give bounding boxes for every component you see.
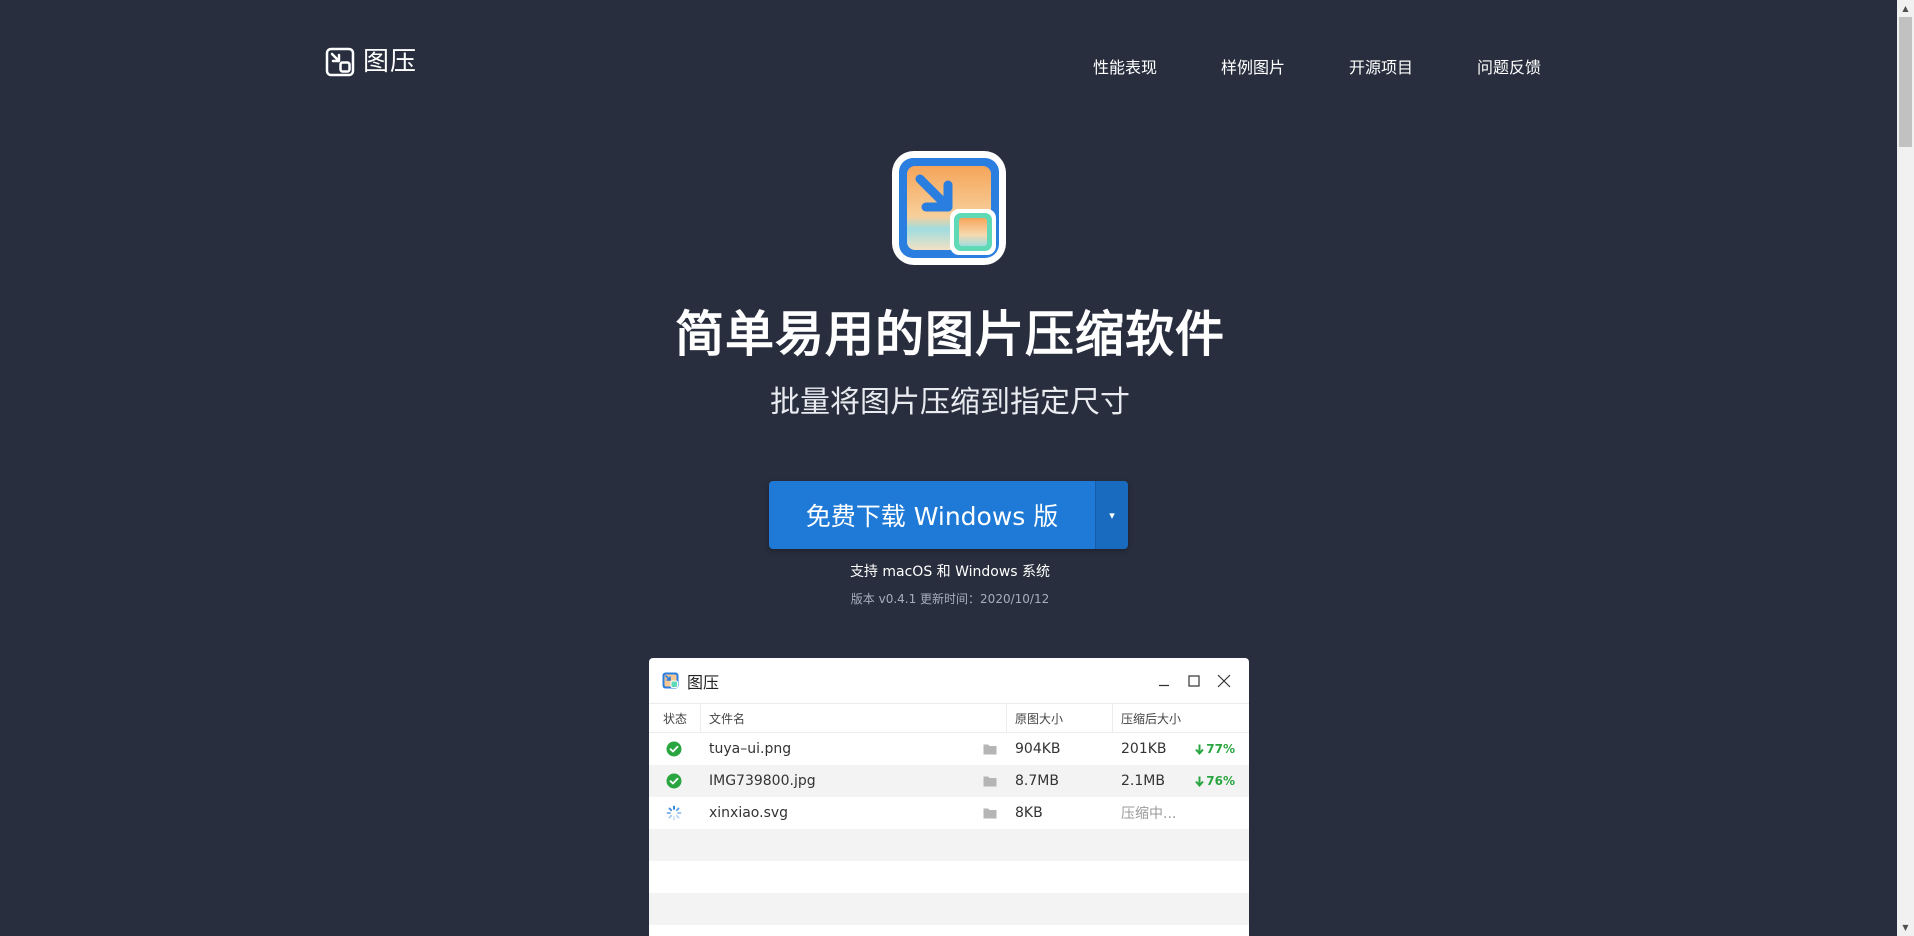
row-original-size: 8KB: [1015, 805, 1043, 821]
scrollbar-thumb[interactable]: [1899, 17, 1912, 147]
file-name: xinxiao.svg: [709, 805, 789, 821]
file-name: tuya–ui.png: [709, 741, 792, 757]
row-compressing-status: 压缩中...: [1121, 806, 1177, 822]
file-name: IMG739800.jpg: [709, 773, 816, 789]
hero-title: 简单易用的图片压缩软件: [674, 306, 1225, 363]
folder-icon[interactable]: [983, 775, 997, 787]
row-compressed-cell: 2.1MB 76%: [1113, 765, 1249, 797]
check-circle-icon: [666, 773, 682, 789]
compression-ratio: 76%: [1195, 774, 1235, 788]
nav-feedback[interactable]: 问题反馈: [1477, 56, 1541, 80]
table-row[interactable]: tuya–ui.png 904KB 201KB 77%: [649, 733, 1249, 765]
platform-support-text: 支持 macOS 和 Windows 系统: [849, 564, 1051, 580]
page-scrollbar[interactable]: ▲ ▼: [1897, 0, 1914, 936]
nav-open-source[interactable]: 开源项目: [1349, 56, 1413, 80]
table-row[interactable]: IMG739800.jpg 8.7MB 2.1MB 76%: [649, 765, 1249, 797]
download-button-group: 免费下载 Windows 版 ▾: [769, 481, 1128, 549]
site-logo[interactable]: 图压: [325, 47, 417, 77]
app-icon: [892, 151, 1006, 265]
close-button[interactable]: [1209, 666, 1239, 696]
empty-row: [649, 893, 1249, 925]
minimize-icon: [1159, 684, 1169, 686]
loading-spinner-icon: [666, 805, 682, 821]
ratio-value: 77%: [1206, 742, 1235, 756]
window-title: 图压: [687, 672, 720, 692]
download-windows-button[interactable]: 免费下载 Windows 版: [769, 481, 1095, 549]
file-table-header: 状态 文件名 原图大小 压缩后大小: [649, 704, 1249, 733]
hero-subtitle: 批量将图片压缩到指定尺寸: [770, 385, 1130, 420]
row-filename-cell: IMG739800.jpg: [701, 765, 1007, 797]
row-compressed-size: 2.1MB: [1121, 773, 1165, 789]
row-compressed-cell: 压缩中...: [1113, 797, 1249, 829]
row-filename-cell: xinxiao.svg: [701, 797, 1007, 829]
window-controls: [1149, 658, 1239, 703]
scroll-down-arrow-icon[interactable]: ▼: [1897, 919, 1914, 936]
maximize-icon: [1188, 674, 1200, 687]
row-original-size: 8.7MB: [1015, 773, 1059, 789]
arrow-down-icon: [1195, 744, 1205, 755]
folder-icon[interactable]: [983, 807, 997, 819]
empty-row: [649, 925, 1249, 936]
app-small-icon: [662, 672, 679, 689]
folder-icon[interactable]: [983, 743, 997, 755]
column-header-original-size[interactable]: 原图大小: [1007, 704, 1113, 732]
nav-samples[interactable]: 样例图片: [1221, 56, 1285, 80]
arrow-down-icon: [1195, 776, 1205, 787]
row-original-size: 904KB: [1015, 741, 1061, 757]
app-window-preview: 图压 状态 文件名 原图大小 压缩后大小 tuya–ui.png 904KB 2…: [649, 658, 1249, 936]
scroll-up-arrow-icon[interactable]: ▲: [1897, 0, 1914, 17]
check-circle-icon: [666, 741, 682, 757]
minimize-button[interactable]: [1149, 666, 1179, 696]
maximize-button[interactable]: [1179, 666, 1209, 696]
row-compressed-size: 201KB: [1121, 741, 1167, 757]
column-header-compressed-size[interactable]: 压缩后大小: [1113, 704, 1249, 732]
table-row[interactable]: xinxiao.svg 8KB 压缩中...: [649, 797, 1249, 829]
logo-text: 图压: [363, 47, 418, 77]
ratio-value: 76%: [1206, 774, 1235, 788]
logo-icon: [325, 47, 355, 77]
download-dropdown-button[interactable]: ▾: [1095, 481, 1128, 549]
empty-row: [649, 861, 1249, 893]
empty-row: [649, 829, 1249, 861]
row-status-cell: [649, 797, 701, 829]
row-filename-cell: tuya–ui.png: [701, 733, 1007, 765]
row-status-cell: [649, 733, 701, 765]
column-header-filename[interactable]: 文件名: [701, 704, 1007, 732]
nav-performance[interactable]: 性能表现: [1093, 56, 1157, 80]
column-header-status[interactable]: 状态: [649, 704, 701, 732]
version-info: 版本 v0.4.1 更新时间：2020/10/12: [850, 592, 1050, 606]
page: 图压 性能表现 样例图片 开源项目 问题反馈 简单易用的图片压缩软件 批量将图片…: [0, 0, 1914, 936]
top-nav: 性能表现 样例图片 开源项目 问题反馈: [1029, 56, 1541, 80]
row-status-cell: [649, 765, 701, 797]
chevron-down-icon: ▾: [1109, 509, 1115, 522]
close-icon: [1217, 674, 1231, 687]
row-compressed-cell: 201KB 77%: [1113, 733, 1249, 765]
compression-ratio: 77%: [1195, 742, 1235, 756]
window-titlebar: 图压: [649, 658, 1249, 704]
